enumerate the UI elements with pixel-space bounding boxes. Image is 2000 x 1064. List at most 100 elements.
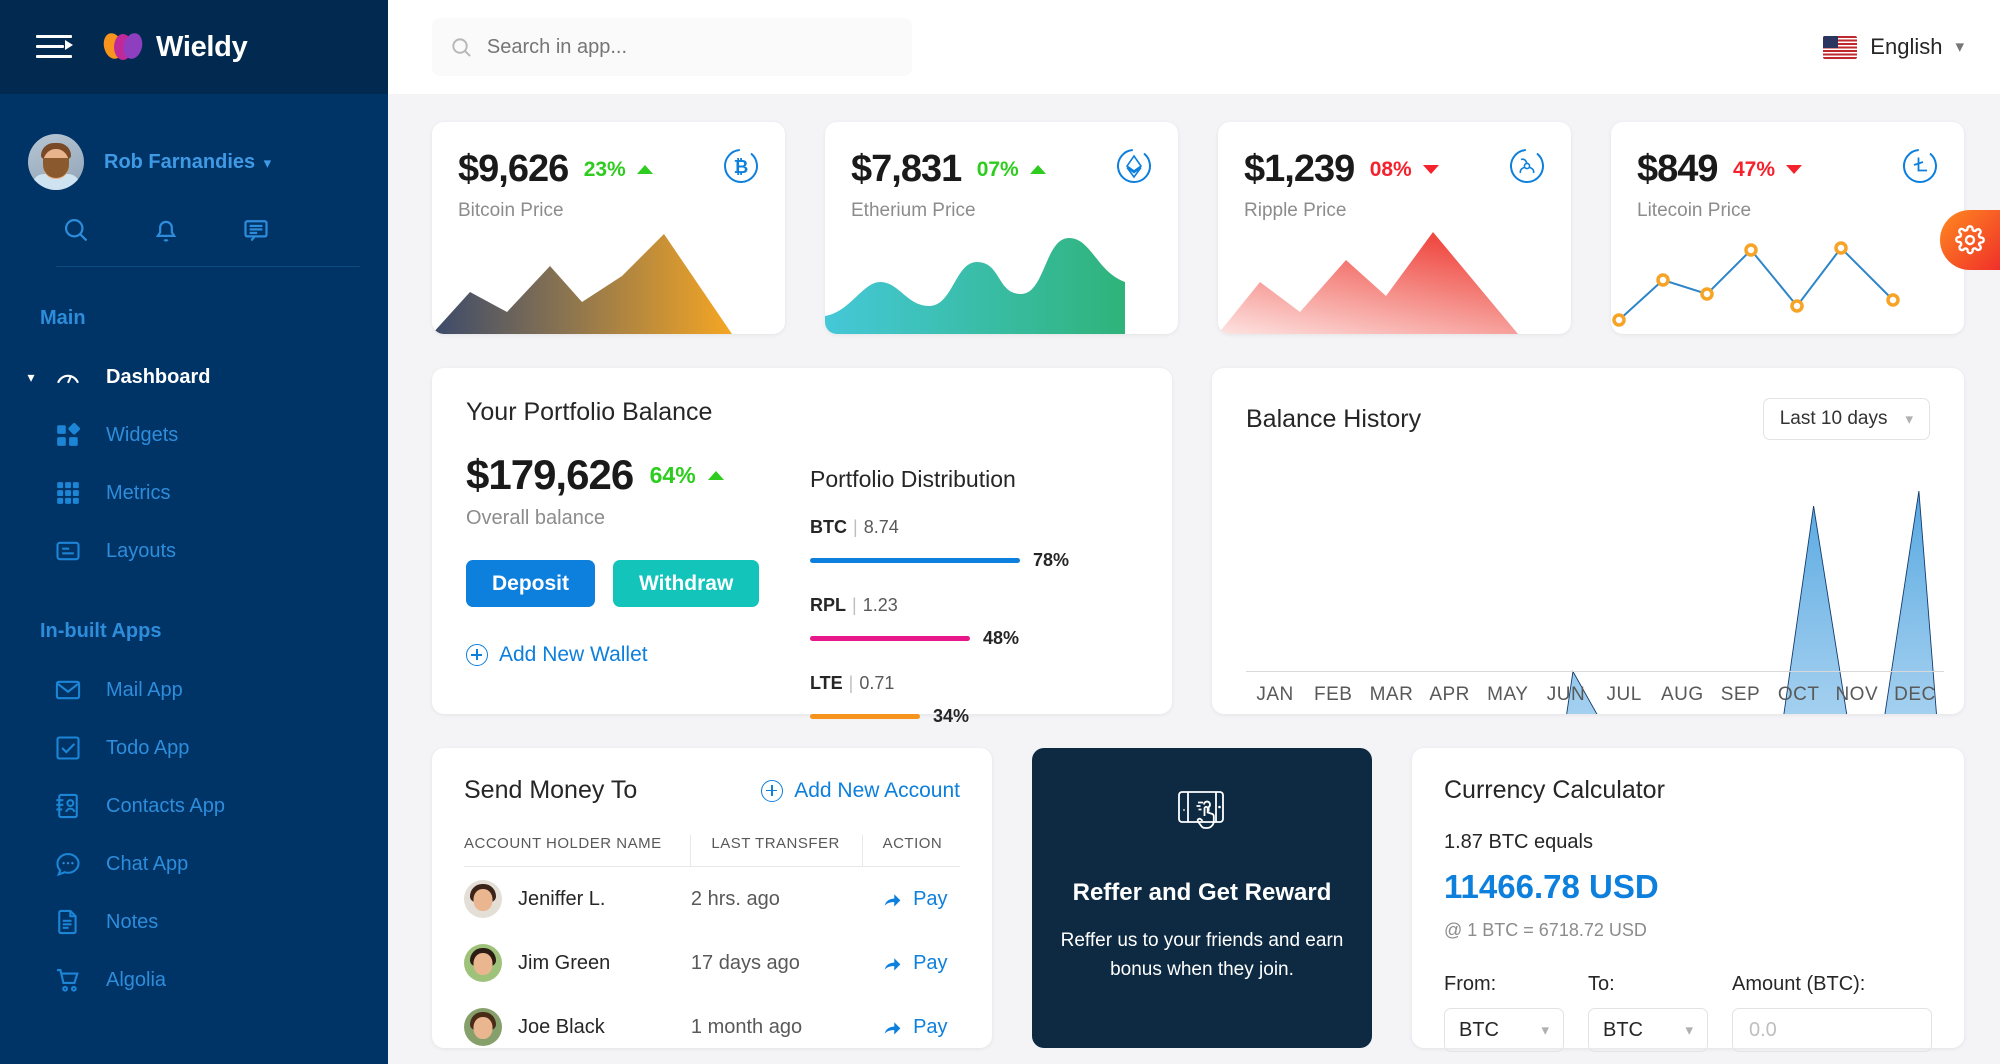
litecoin-icon [1900, 146, 1940, 191]
top-bar: English ▾ [388, 0, 2000, 94]
amount-label: Amount (BTC): [1732, 973, 1932, 996]
grid-icon [44, 480, 92, 506]
sidebar-item-algolia[interactable]: Algolia [0, 951, 388, 1009]
trend-down-icon [1786, 165, 1802, 174]
pay-label: Pay [913, 1016, 947, 1039]
settings-fab-button[interactable] [1940, 210, 2000, 270]
distribution-percent: 78% [1033, 550, 1069, 571]
middle-row: Your Portfolio Balance $179,626 64% Over… [432, 368, 1964, 714]
brand-logo[interactable]: Wieldy [102, 31, 247, 64]
hamburger-icon[interactable] [36, 32, 72, 62]
sidebar-item-label: Dashboard [106, 366, 210, 389]
sidebar-item-chat-app[interactable]: Chat App [0, 835, 388, 893]
send-money-card: Send Money To Add New Account ACCOUNT HO… [432, 748, 992, 1048]
distribution-row: BTC|8.74 78% [810, 517, 1130, 571]
avatar [464, 944, 502, 982]
last-transfer: 17 days ago [691, 931, 862, 995]
sidebar-item-todo-app[interactable]: Todo App [0, 719, 388, 777]
distribution-bar [810, 636, 970, 641]
sidebar-item-notes[interactable]: Notes [0, 893, 388, 951]
from-currency-select[interactable]: BTC ▾ [1444, 1008, 1564, 1052]
bell-icon[interactable] [152, 216, 180, 244]
x-tick: DEC [1886, 684, 1944, 706]
stat-change: 23% [584, 158, 626, 181]
distribution-title: Portfolio Distribution [810, 466, 1130, 493]
distribution-row: RPL|1.23 48% [810, 595, 1130, 649]
pay-button[interactable]: Pay [862, 952, 960, 975]
x-tick: JUL [1595, 684, 1653, 706]
add-new-account-button[interactable]: Add New Account [761, 779, 960, 803]
chat-icon[interactable] [242, 216, 270, 244]
pay-button[interactable]: Pay [862, 888, 960, 911]
language-selector[interactable]: English ▾ [1823, 34, 1964, 60]
distribution-amount: 1.23 [863, 595, 898, 615]
stat-change: 08% [1370, 158, 1412, 181]
plus-circle-icon [761, 780, 783, 802]
cart-icon [44, 966, 92, 994]
avatar [464, 880, 502, 918]
stat-label: Litecoin Price [1637, 200, 1938, 222]
sidebar-item-mail-app[interactable]: Mail App [0, 661, 388, 719]
bottom-row: Send Money To Add New Account ACCOUNT HO… [432, 748, 1964, 1048]
chevron-down-icon: ▾ [1955, 37, 1964, 57]
referral-title: Reffer and Get Reward [1073, 879, 1332, 907]
chart-x-labels: JAN FEB MAR APR MAY JUN JUL AUG SEP OCT … [1246, 684, 1944, 706]
stat-card-ripple[interactable]: $1,239 08% Ripple Price [1218, 122, 1571, 334]
withdraw-button[interactable]: Withdraw [613, 560, 759, 607]
x-tick: AUG [1653, 684, 1711, 706]
stat-card-litecoin[interactable]: $849 47% Litecoin Price [1611, 122, 1964, 334]
x-tick: NOV [1828, 684, 1886, 706]
stat-card-etherium[interactable]: $7,831 07% Etherium Price [825, 122, 1178, 334]
last-transfer: 1 month ago [691, 995, 862, 1059]
date-range-select[interactable]: Last 10 days ▾ [1763, 398, 1930, 440]
amount-input[interactable]: 0.0 [1732, 1008, 1932, 1052]
deposit-button[interactable]: Deposit [466, 560, 595, 607]
sidebar-item-widgets[interactable]: Widgets [0, 406, 388, 464]
stat-label: Ripple Price [1244, 200, 1545, 222]
distribution-amount: 8.74 [864, 517, 899, 537]
user-profile-row[interactable]: Rob Farnandies ▾ [28, 134, 388, 190]
balance-history-card: Balance History Last 10 days ▾ JAN [1212, 368, 1964, 714]
stat-card-bitcoin[interactable]: $9,626 23% Bitcoin Price ₿ [432, 122, 785, 334]
tap-hand-icon [1171, 786, 1233, 843]
chevron-down-icon: ▾ [1685, 1021, 1693, 1039]
pay-label: Pay [913, 952, 947, 975]
x-tick: APR [1421, 684, 1479, 706]
sidebar-item-label: Widgets [106, 424, 178, 447]
search-icon[interactable] [62, 216, 90, 244]
sidebar-item-dashboard[interactable]: ▾ Dashboard [0, 348, 388, 406]
stat-sparkline [825, 224, 1125, 334]
notes-icon [44, 908, 92, 936]
stat-sparkline [1611, 224, 1911, 334]
portfolio-distribution: Portfolio Distribution BTC|8.74 78% [810, 466, 1130, 727]
distribution-amount: 0.71 [859, 673, 894, 693]
stat-price: $1,239 [1244, 148, 1354, 191]
chevron-down-icon[interactable]: ▾ [264, 155, 272, 172]
chevron-down-icon: ▾ [1905, 410, 1913, 428]
sidebar-item-contacts-app[interactable]: Contacts App [0, 777, 388, 835]
stat-price: $7,831 [851, 148, 961, 191]
pay-button[interactable]: Pay [862, 1016, 960, 1039]
stat-price: $9,626 [458, 148, 568, 191]
card-title: Balance History [1246, 405, 1421, 434]
send-money-table: ACCOUNT HOLDER NAME LAST TRANSFER ACTION… [464, 835, 960, 1059]
search-box[interactable] [432, 18, 912, 76]
share-arrow-icon [882, 1017, 903, 1038]
stat-cards-row: $9,626 23% Bitcoin Price ₿ [432, 122, 1964, 334]
column-header: ACCOUNT HOLDER NAME [464, 835, 691, 867]
search-input[interactable] [487, 36, 894, 59]
share-arrow-icon [882, 953, 903, 974]
referral-card[interactable]: Reffer and Get Reward Reffer us to your … [1032, 748, 1372, 1048]
sidebar-item-metrics[interactable]: Metrics [0, 464, 388, 522]
app-root: Wieldy Rob Farnandies ▾ Main [0, 0, 2000, 1064]
x-tick: MAR [1362, 684, 1420, 706]
sidebar-item-layouts[interactable]: Layouts [0, 522, 388, 580]
account-holder-name: Jeniffer L. [518, 888, 605, 911]
ripple-icon [1507, 146, 1547, 191]
x-tick: OCT [1770, 684, 1828, 706]
trend-up-icon [637, 165, 653, 174]
mail-icon [44, 676, 92, 704]
svg-text:₿: ₿ [734, 157, 749, 177]
distribution-bar [810, 714, 920, 719]
to-currency-select[interactable]: BTC ▾ [1588, 1008, 1708, 1052]
